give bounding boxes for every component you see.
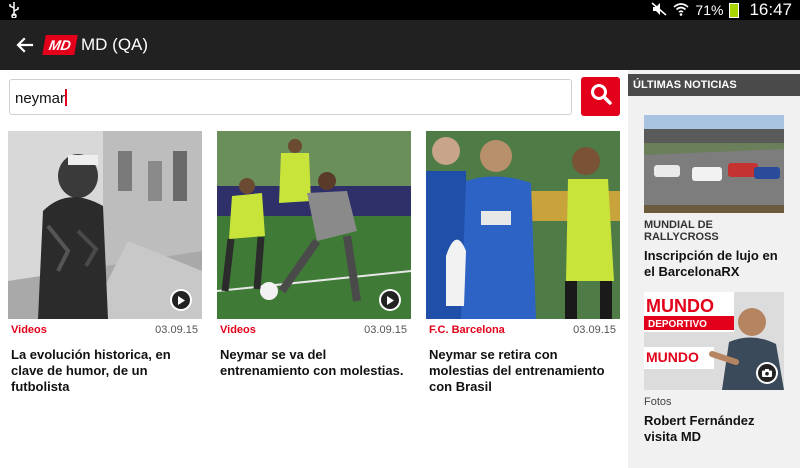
sidebar-news-kicker: Fotos (644, 396, 672, 408)
sidebar-header: ÚLTIMAS NOTICIAS (628, 74, 800, 96)
result-thumbnail[interactable] (217, 131, 411, 319)
result-headline[interactable]: La evolución historica, en clave de humo… (11, 347, 197, 395)
back-arrow-icon[interactable] (14, 34, 36, 56)
result-thumbnail[interactable] (426, 131, 620, 319)
sidebar-news-image[interactable] (644, 115, 784, 213)
play-icon (170, 289, 192, 311)
battery-percent: 71% (695, 2, 724, 18)
sidebar-news-title[interactable]: Robert Fernández visita MD (644, 413, 784, 445)
play-icon (379, 289, 401, 311)
battery-icon (729, 2, 740, 18)
sidebar-news-item[interactable]: MUNDIAL DE RALLYCROSS Inscripción de luj… (644, 115, 784, 280)
result-date: 03.09.15 (573, 324, 616, 336)
result-headline[interactable]: Neymar se va del entrenamiento con moles… (220, 347, 406, 379)
status-bar: 71% 16:47 (0, 0, 800, 20)
clock: 16:47 (749, 0, 792, 19)
md-logo: MD (42, 35, 78, 55)
status-icons: 71% 16:47 (651, 0, 792, 20)
sidebar-news-item[interactable]: MUNDO DEPORTIVO MUNDO Fotos Robert Ferná… (644, 292, 784, 445)
sidebar-news-image[interactable]: MUNDO DEPORTIVO MUNDO (644, 292, 784, 390)
search-input-value: neymar (15, 90, 66, 107)
result-section[interactable]: F.C. Barcelona (429, 324, 505, 336)
result-card[interactable]: Videos 03.09.15 La evolución historica, … (8, 131, 202, 461)
result-date: 03.09.15 (155, 324, 198, 336)
result-card[interactable]: Videos 03.09.15 Neymar se va del entrena… (217, 131, 411, 461)
search-results-panel: neymar Videos 03.09.15 La evolución hist… (0, 70, 628, 468)
result-section[interactable]: Videos (11, 324, 47, 336)
search-icon (589, 82, 613, 111)
result-card[interactable]: F.C. Barcelona 03.09.15 Neymar se retira… (426, 131, 620, 461)
svg-text:DEPORTIVO: DEPORTIVO (648, 319, 707, 330)
wifi-icon (673, 2, 689, 19)
mute-icon (651, 1, 667, 19)
app-bar: MD MD (QA) (0, 20, 800, 70)
search-input[interactable]: neymar (9, 79, 572, 115)
latest-news-sidebar: ÚLTIMAS NOTICIAS MUNDIAL DE RALLYCROSS I… (628, 70, 800, 468)
camera-icon (756, 362, 778, 384)
sidebar-news-title[interactable]: Inscripción de lujo en el BarcelonaRX (644, 248, 784, 280)
text-caret (65, 89, 68, 106)
svg-text:MUNDO: MUNDO (646, 349, 699, 365)
result-headline[interactable]: Neymar se retira con molestias del entre… (429, 347, 615, 395)
app-title: MD (QA) (81, 35, 149, 54)
result-thumbnail[interactable] (8, 131, 202, 319)
search-button[interactable] (581, 77, 620, 116)
sidebar-news-kicker: MUNDIAL DE RALLYCROSS (644, 219, 719, 243)
result-date: 03.09.15 (364, 324, 407, 336)
svg-text:MUNDO: MUNDO (646, 296, 714, 316)
result-section[interactable]: Videos (220, 324, 256, 336)
